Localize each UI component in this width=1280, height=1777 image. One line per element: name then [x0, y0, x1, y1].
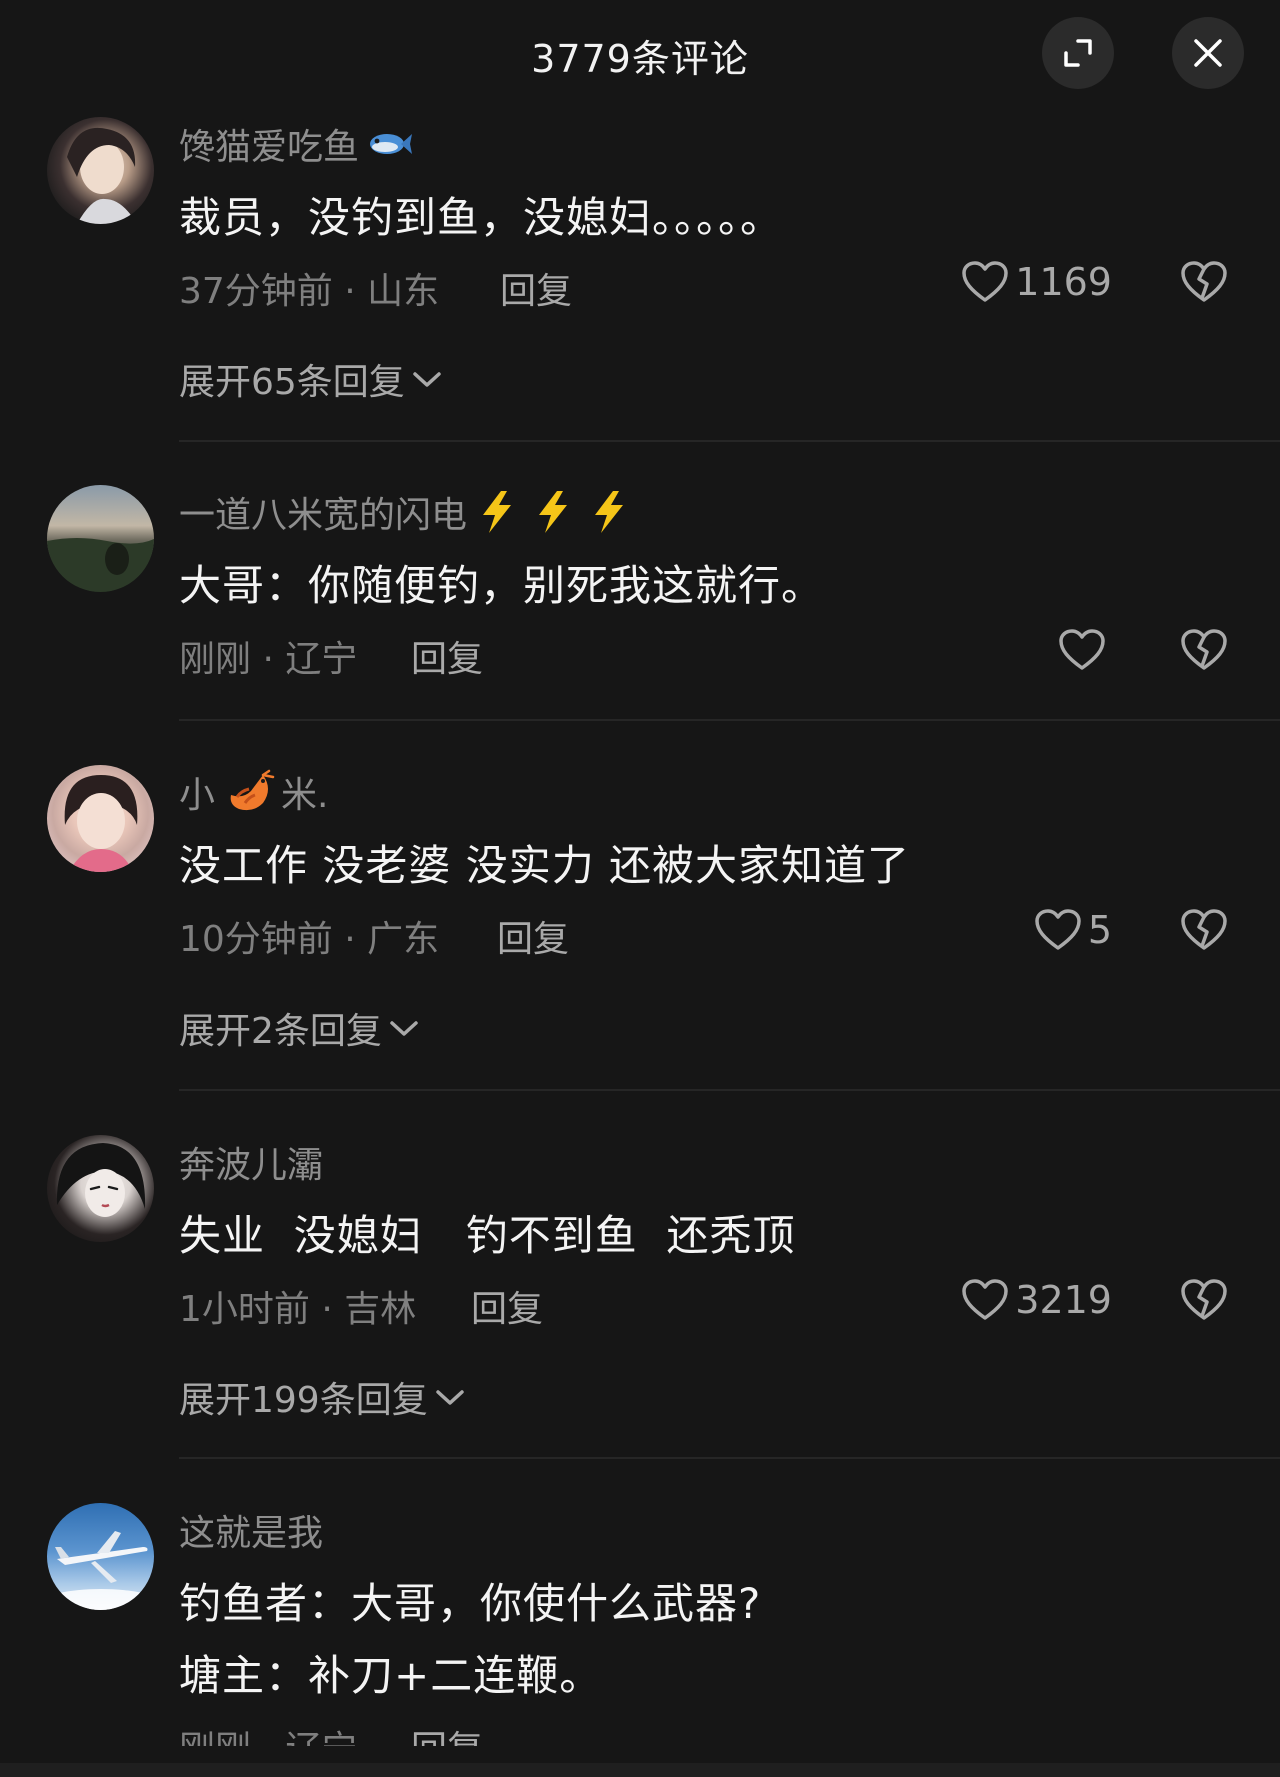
like-button[interactable]: 3219 — [961, 1278, 1112, 1322]
expand-replies-button[interactable]: 展开2条回复 — [179, 1002, 420, 1054]
avatar-illustration — [56, 1143, 146, 1217]
comment-meta: 1小时前 · 吉林 — [179, 1289, 417, 1330]
dislike-button[interactable] — [1180, 1278, 1228, 1326]
heart-icon — [1059, 629, 1105, 670]
shrimp-icon — [223, 769, 275, 815]
comment-username[interactable]: 小 米. — [179, 766, 328, 818]
reply-button[interactable]: 回复 — [411, 630, 483, 682]
fish-icon — [367, 129, 413, 159]
expand-button[interactable] — [1042, 17, 1114, 89]
avatar-portrait — [64, 775, 138, 872]
avatar[interactable] — [47, 485, 154, 592]
like-count: 3219 — [1015, 1278, 1112, 1322]
like-count: 1169 — [1015, 260, 1112, 304]
broken-heart-icon — [1181, 261, 1227, 302]
like-button[interactable] — [1058, 628, 1112, 672]
reply-button[interactable]: 回复 — [497, 910, 569, 962]
avatar-portrait — [67, 127, 137, 224]
divider — [179, 440, 1280, 442]
comment-meta: 刚刚 · 辽宁 — [179, 1720, 357, 1746]
avatar[interactable] — [47, 765, 154, 872]
lightning-icon — [475, 489, 635, 535]
dislike-button[interactable] — [1180, 628, 1228, 676]
chevron-down-icon — [390, 1021, 418, 1036]
avatar[interactable] — [47, 1503, 154, 1610]
avatar[interactable] — [47, 1135, 154, 1242]
like-button[interactable]: 5 — [1034, 908, 1112, 952]
reply-button[interactable]: 回复 — [500, 262, 572, 314]
comment-username[interactable]: 奔波儿灞 — [179, 1136, 323, 1188]
reply-button[interactable]: 回复 — [471, 1280, 543, 1332]
divider — [179, 1457, 1280, 1459]
reply-button[interactable]: 回复 — [411, 1720, 483, 1746]
comment-username[interactable]: 这就是我 — [179, 1504, 323, 1556]
broken-heart-icon — [1181, 909, 1227, 950]
comment-meta: 刚刚 · 辽宁 — [179, 639, 358, 680]
like-button[interactable]: 1169 — [961, 260, 1112, 304]
close-icon — [1194, 39, 1222, 67]
expand-icon — [1064, 39, 1092, 67]
broken-heart-icon — [1181, 629, 1227, 670]
chevron-down-icon — [413, 372, 441, 387]
comment-text: 裁员，没钓到鱼，没媳妇。。。。。 — [179, 193, 784, 242]
comments-header: 3779条评论 — [0, 0, 1280, 100]
expand-replies-button[interactable]: 展开65条回复 — [179, 353, 443, 405]
like-count: 5 — [1087, 908, 1112, 952]
dislike-button[interactable] — [1180, 260, 1228, 308]
comment-text-line-1: 钓鱼者：大哥，你使什么武器? — [179, 1579, 762, 1628]
heart-icon — [962, 1279, 1009, 1320]
comment-meta: 37分钟前 · 山东 — [179, 271, 440, 312]
comment-text-line-2: 塘主：补刀+二连鞭。 — [179, 1651, 603, 1700]
avatar-airplane — [47, 1531, 154, 1610]
bottom-bar — [0, 1763, 1280, 1777]
divider — [179, 1089, 1280, 1091]
expand-replies-button[interactable]: 展开199条回复 — [179, 1371, 466, 1423]
heart-icon — [1035, 909, 1081, 950]
heart-icon — [962, 261, 1009, 302]
comment-text: 没工作 没老婆 没实力 还被大家知道了 — [179, 841, 911, 890]
dislike-button[interactable] — [1180, 908, 1228, 956]
comment-text: 失业 没媳妇 钓不到鱼 还秃顶 — [179, 1211, 796, 1260]
comment-meta: 10分钟前 · 广东 — [179, 919, 440, 960]
avatar-landscape — [47, 538, 154, 592]
chevron-down-icon — [435, 1390, 464, 1405]
comment-username[interactable]: 一道八米宽的闪电 — [179, 486, 635, 538]
comment-text: 大哥：你随便钓，别死我这就行。 — [179, 561, 825, 610]
avatar[interactable] — [47, 117, 154, 224]
comment-username[interactable]: 馋猫爱吃鱼 — [179, 118, 413, 170]
broken-heart-icon — [1181, 1279, 1227, 1320]
close-button[interactable] — [1172, 17, 1244, 89]
divider — [179, 719, 1280, 721]
